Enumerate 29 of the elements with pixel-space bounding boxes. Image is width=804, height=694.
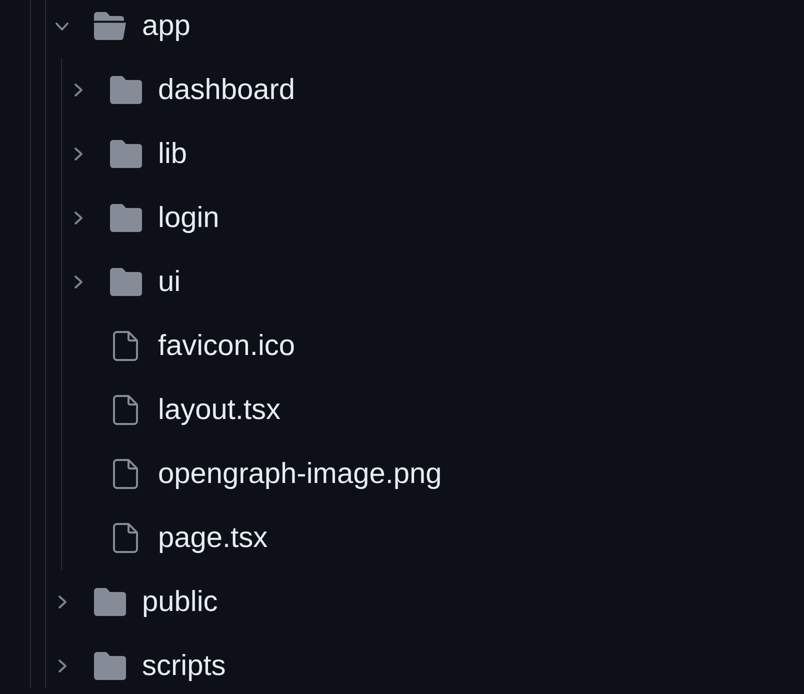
folder-name[interactable]: app [142, 8, 190, 44]
chevron-right-icon[interactable] [58, 595, 66, 609]
file-icon [113, 331, 139, 361]
folder-name[interactable]: dashboard [158, 72, 296, 108]
chevron-down-icon[interactable] [55, 22, 69, 30]
file-icon [113, 523, 139, 553]
folder-name[interactable]: public [142, 584, 218, 620]
folder-name[interactable]: scripts [142, 648, 226, 684]
folder-name[interactable]: lib [158, 136, 188, 172]
file-name[interactable]: favicon.ico [158, 328, 296, 364]
chevron-right-icon[interactable] [58, 659, 66, 673]
folder-icon [110, 204, 142, 232]
file-name[interactable]: opengraph-image.png [158, 456, 442, 492]
chevron-right-icon[interactable] [74, 211, 82, 225]
folder-name[interactable]: login [158, 200, 220, 236]
chevron-right-icon[interactable] [74, 275, 82, 289]
folder-icon [110, 140, 142, 168]
folder-icon [110, 268, 142, 296]
folder-icon [94, 652, 126, 680]
folder-name[interactable]: ui [158, 264, 181, 300]
folder-icon [110, 76, 142, 104]
chevron-right-icon[interactable] [74, 147, 82, 161]
chevron-right-icon[interactable] [74, 83, 82, 97]
folder-icon [94, 588, 126, 616]
file-icon [113, 395, 139, 425]
file-icon [113, 459, 139, 489]
open-folder-icon [94, 12, 126, 40]
file-name[interactable]: page.tsx [158, 520, 268, 556]
file-name[interactable]: layout.tsx [158, 392, 280, 428]
